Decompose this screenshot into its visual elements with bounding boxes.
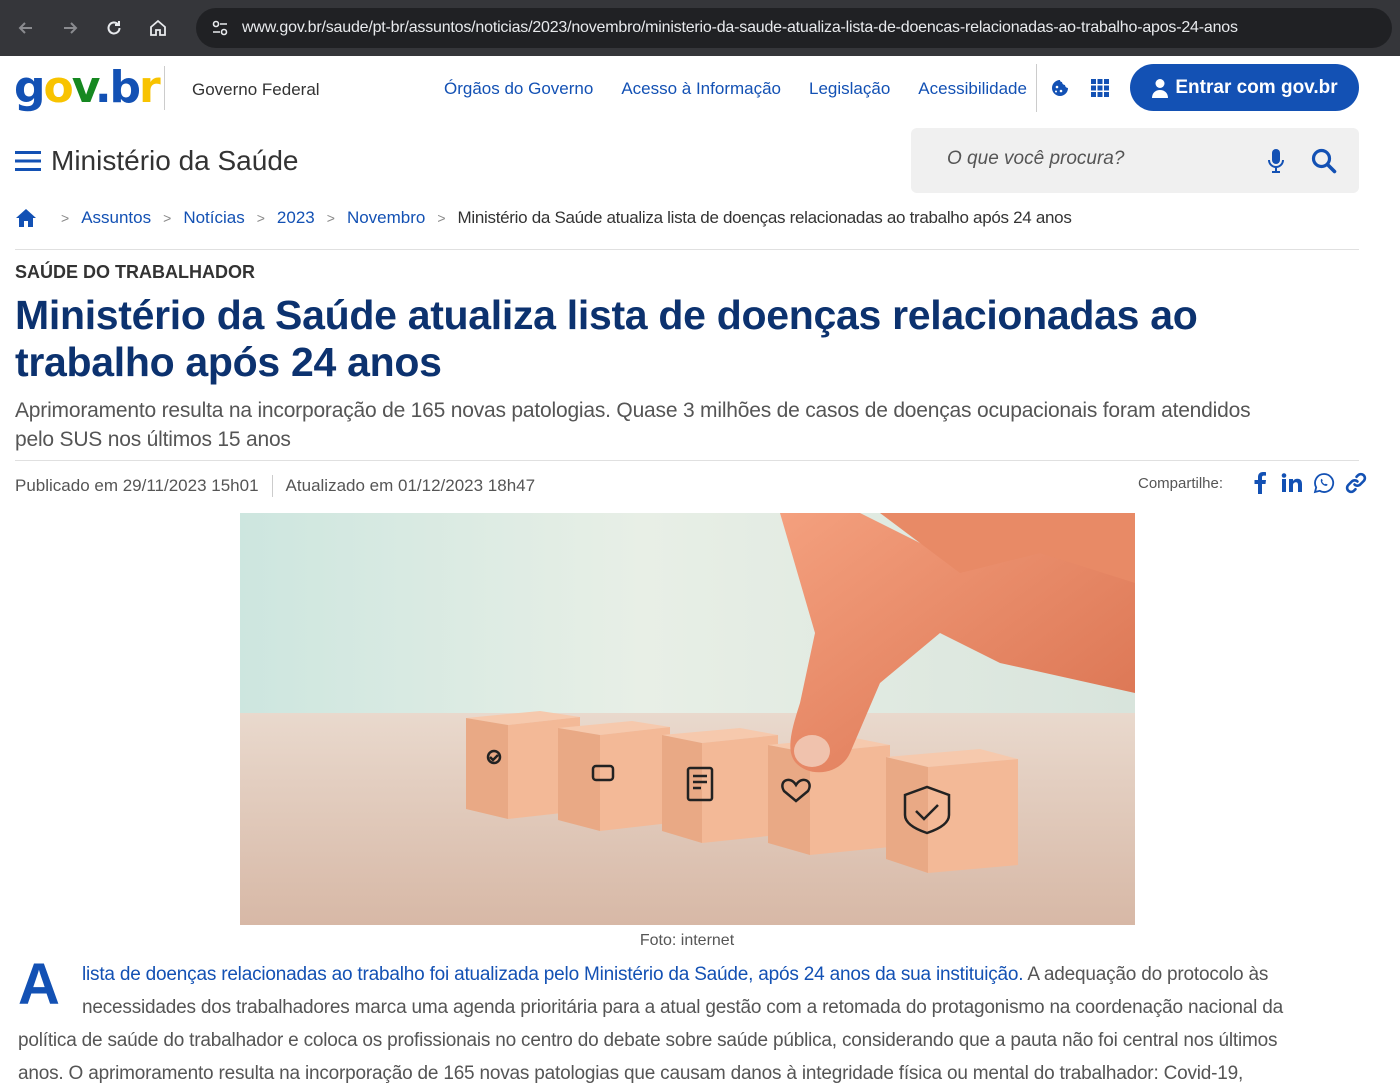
government-label: Governo Federal (192, 80, 320, 99)
search-box (911, 128, 1359, 193)
address-bar[interactable]: www.gov.br/saude/pt-br/assuntos/noticias… (196, 8, 1392, 48)
breadcrumb-separator: > (437, 210, 446, 226)
subtitle-line: Aprimoramento resulta na incorporação de… (15, 399, 1251, 422)
article-category: SAÚDE DO TRABALHADOR (15, 262, 255, 282)
user-icon (1152, 78, 1169, 98)
divider (15, 460, 1359, 461)
arrow-right-icon (64, 22, 78, 34)
breadcrumb-novembro[interactable]: Novembro (347, 208, 425, 228)
body-line: anos. O aprimoramento resulta na incorpo… (18, 1063, 1244, 1084)
site-info-icon[interactable] (202, 18, 238, 38)
share-bar: Compartilhe: (1138, 472, 1367, 494)
link-acesso-a-informacao[interactable]: Acesso à Informação (621, 79, 781, 99)
logo-o: o (43, 62, 74, 113)
login-label: Entrar com gov.br (1175, 76, 1338, 98)
house-icon (150, 19, 166, 36)
article-photo (240, 513, 1135, 925)
govbr-logo[interactable]: gov.br (14, 62, 161, 113)
share-label: Compartilhe: (1138, 474, 1224, 492)
body-line: lista de doenças relacionadas ao trabalh… (18, 958, 1363, 991)
subtitle-line: pelo SUS nos últimos 15 anos (15, 428, 291, 451)
article-body: lista de doenças relacionadas ao trabalh… (18, 958, 1363, 1090)
apps-grid-icon[interactable] (1090, 78, 1110, 98)
article-meta: Publicado em 29/11/2023 15h01 Atualizado… (15, 475, 535, 497)
microphone-icon[interactable] (1267, 148, 1285, 174)
published-date: Publicado em 29/11/2023 15h01 (15, 476, 259, 495)
ministry-bar: Ministério da Saúde (0, 126, 1400, 196)
top-links: Órgãos do Governo Acesso à Informação Le… (444, 79, 1055, 99)
updated-date: Atualizado em 01/12/2023 18h47 (285, 476, 536, 495)
breadcrumb: > Assuntos > Notícias > 2023 > Novembro … (15, 208, 1072, 228)
search-input[interactable] (947, 148, 1247, 170)
forward-button[interactable] (52, 10, 88, 46)
header-divider (164, 66, 165, 110)
logo-r: r (139, 62, 161, 113)
login-button[interactable]: Entrar com gov.br (1130, 64, 1359, 111)
meta-divider (271, 475, 273, 497)
reload-icon (107, 21, 121, 35)
headline-line: trabalho após 24 anos (15, 339, 442, 385)
breadcrumb-separator: > (61, 210, 70, 226)
link-acessibilidade[interactable]: Acessibilidade (918, 79, 1027, 99)
arrow-left-icon (18, 22, 32, 34)
back-button[interactable] (8, 10, 44, 46)
site-header: gov.br Governo Federal Órgãos do Governo… (0, 56, 1400, 120)
breadcrumb-noticias[interactable]: Notícias (183, 208, 244, 228)
logo-v: v (71, 62, 97, 113)
breadcrumb-assuntos[interactable]: Assuntos (81, 208, 151, 228)
facebook-icon[interactable] (1249, 472, 1271, 494)
body-text-segment: A adequação do protocolo às (1023, 964, 1269, 985)
logo-b: b (109, 62, 141, 113)
body-line: política de saúde do trabalhador e coloc… (18, 1030, 1278, 1051)
breadcrumb-2023[interactable]: 2023 (277, 208, 315, 228)
body-link[interactable]: lista de doenças relacionadas ao trabalh… (82, 964, 1024, 985)
hamburger-menu-icon[interactable] (15, 150, 41, 172)
logo-dot: . (94, 62, 112, 113)
article-headline: Ministério da Saúde atualiza lista de do… (15, 292, 1355, 386)
divider (15, 249, 1359, 250)
home-icon[interactable] (15, 208, 37, 228)
cookie-icon[interactable] (1050, 78, 1070, 98)
photo-caption: Foto: internet (639, 932, 735, 949)
link-orgaos-do-governo[interactable]: Órgãos do Governo (444, 79, 593, 99)
url-text[interactable]: www.gov.br/saude/pt-br/assuntos/noticias… (242, 19, 1238, 37)
photo-illustration (240, 513, 1135, 925)
search-icon[interactable] (1311, 148, 1337, 174)
home-button[interactable] (140, 10, 176, 46)
copy-link-icon[interactable] (1345, 472, 1367, 494)
breadcrumb-separator: > (326, 210, 335, 226)
reload-button[interactable] (96, 10, 132, 46)
headline-line: Ministério da Saúde atualiza lista de do… (15, 292, 1198, 338)
breadcrumb-current: Ministério da Saúde atualiza lista de do… (457, 208, 1072, 227)
whatsapp-icon[interactable] (1313, 472, 1335, 494)
linkedin-icon[interactable] (1281, 472, 1303, 494)
header-divider-2 (1036, 64, 1037, 112)
ministry-title[interactable]: Ministério da Saúde (51, 145, 298, 177)
logo-g: g (14, 62, 45, 113)
link-legislacao[interactable]: Legislação (809, 79, 890, 99)
article-subtitle: Aprimoramento resulta na incorporação de… (15, 396, 1355, 454)
body-line: necessidades dos trabalhadores marca uma… (82, 997, 1283, 1018)
breadcrumb-separator: > (256, 210, 265, 226)
browser-toolbar: www.gov.br/saude/pt-br/assuntos/noticias… (0, 0, 1400, 56)
breadcrumb-separator: > (163, 210, 172, 226)
